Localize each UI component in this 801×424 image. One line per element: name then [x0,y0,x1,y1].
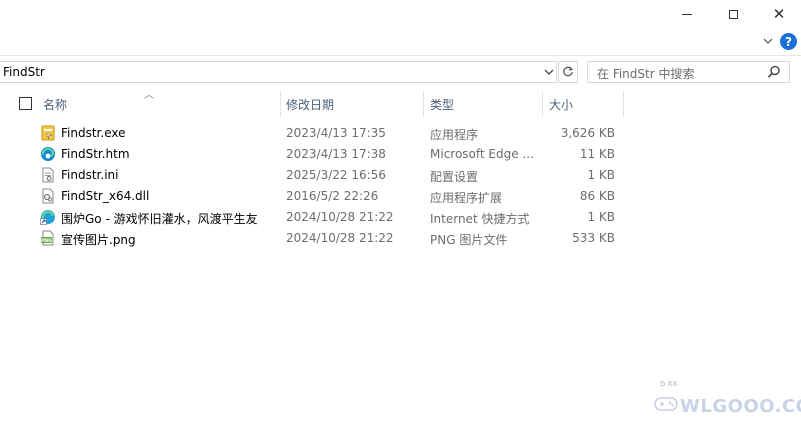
exe-icon [41,125,55,141]
watermark-small-text: G XX [660,380,678,388]
watermark-text: WLGOOO.COM [680,396,801,417]
column-header-date[interactable]: 修改日期 [286,96,334,113]
file-size: 1 KB [587,168,615,182]
file-type: 配置设置 [430,170,479,184]
file-name: Findstr.ini [61,168,119,182]
edge-icon [41,147,55,161]
file-date: 2024/10/28 21:22 [286,231,394,245]
file-type: PNG 图片文件 [430,233,508,247]
file-row[interactable]: FindStr_x64.dll 2016/5/2 22:26 应用程序扩展 86… [0,186,630,207]
png-icon: PNG [41,230,54,246]
file-size: 3,626 KB [560,126,615,140]
shortcut-icon [40,210,55,225]
dll-icon [42,188,54,204]
svg-text:PNG: PNG [41,238,52,244]
file-row[interactable]: Findstr.exe 2023/4/13 17:35 应用程序 3,626 K… [0,123,630,144]
select-all-checkbox[interactable] [19,97,32,110]
search-placeholder: 在 FindStr 中搜索 [597,67,695,81]
column-separator[interactable] [423,91,424,117]
file-date: 2016/5/2 22:26 [286,189,379,203]
column-separator[interactable] [623,91,624,117]
help-button[interactable]: ? [780,33,797,50]
file-date: 2024/10/28 21:22 [286,210,394,224]
column-header-row [0,91,801,117]
file-row[interactable]: 围炉Go - 游戏怀旧灌水，风渡平生友 2024/10/28 21:22 Int… [0,207,630,228]
file-row[interactable]: Findstr.ini 2025/3/22 16:56 配置设置 1 KB [0,165,630,186]
file-type: Internet 快捷方式 [430,212,530,226]
address-path: FindStr [3,65,45,79]
file-name: Findstr.exe [61,126,126,140]
minimize-button[interactable] [664,0,710,28]
sort-ascending-icon: ︿ [144,90,154,101]
expand-ribbon-button[interactable] [760,33,776,49]
file-date: 2023/4/13 17:35 [286,126,386,140]
search-input[interactable]: 在 FindStr 中搜索 [587,61,790,83]
chevron-down-icon [763,38,773,44]
file-name: FindStr.htm [61,147,130,161]
file-name: 宣传图片.png [61,233,136,247]
refresh-button[interactable] [558,61,578,83]
file-type: 应用程序扩展 [430,191,503,205]
file-name: 围炉Go - 游戏怀旧灌水，风渡平生友 [61,212,258,226]
minimize-icon [682,13,692,15]
file-type: 应用程序 [430,128,479,142]
gamepad-icon [654,397,678,411]
file-type: Microsoft Edge ... [430,147,534,161]
chevron-down-icon [544,69,554,75]
file-size: 533 KB [572,231,615,245]
file-size: 11 KB [579,147,615,161]
column-separator[interactable] [542,91,543,117]
file-date: 2023/4/13 17:38 [286,147,386,161]
close-icon: ✕ [772,4,786,23]
refresh-icon [563,66,574,77]
watermark: G XX WLGOOO.COM [650,378,801,422]
maximize-icon [728,9,738,19]
file-row[interactable]: PNG 宣传图片.png 2024/10/28 21:22 PNG 图片文件 5… [0,228,630,249]
maximize-button[interactable] [710,0,756,28]
address-bar[interactable]: FindStr [0,61,557,83]
column-header-name[interactable]: 名称 [43,96,67,113]
address-history-dropdown[interactable] [541,63,557,81]
ini-icon [42,167,54,183]
file-name: FindStr_x64.dll [61,189,150,203]
column-separator[interactable] [280,91,281,117]
close-button[interactable]: ✕ [756,0,801,28]
column-header-type[interactable]: 类型 [430,96,454,113]
search-icon[interactable] [766,64,782,80]
file-date: 2025/3/22 16:56 [286,168,386,182]
column-header-size[interactable]: 大小 [549,96,573,113]
file-size: 86 KB [579,189,615,203]
ribbon-divider [0,55,801,56]
file-size: 1 KB [587,210,615,224]
file-row[interactable]: FindStr.htm 2023/4/13 17:38 Microsoft Ed… [0,144,630,165]
